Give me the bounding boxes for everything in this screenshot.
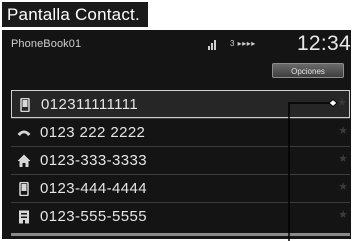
signal-icon [208,40,216,50]
list-item[interactable]: 0123-555-5555 ★ [11,202,350,230]
phone-number: 012311111111 [41,96,139,113]
star-icon: ★ [338,125,348,137]
star-icon: ★ [338,209,348,221]
phone-number: 0123-555-5555 [40,208,147,225]
phone-screen: PhoneBook01 3 ▸▸▸▸ 12:34 Opciones 012311… [2,30,351,239]
clock: 12:34 [296,32,351,55]
star-icon: ★ [337,97,347,109]
list-item[interactable]: 0123-444-4444 ★ [11,174,350,202]
star-icon: ★ [338,181,348,193]
status-indicators: 3 ▸▸▸▸ [230,39,256,48]
mobile-phone-icon [20,98,30,112]
figure-frame: Pantalla Contact. PhoneBook01 3 ▸▸▸▸ 12:… [0,0,353,241]
number-list: 012311111111 ★ 0123 222 2222 ★ 0123-333-… [11,90,350,230]
mobile-phone-icon [19,182,29,196]
star-icon: ★ [338,153,348,165]
caption-label: Pantalla Contact. [2,2,148,27]
list-item[interactable]: 012311111111 ★ [11,90,350,118]
phone-number: 0123 222 2222 [40,124,146,141]
landline-phone-icon [17,130,31,136]
phone-number: 0123-444-4444 [40,180,147,197]
list-item[interactable]: 0123 222 2222 ★ [11,118,350,146]
list-item[interactable]: 0123-333-3333 ★ [11,146,350,174]
phonebook-title: PhoneBook01 [11,38,82,50]
list-bottom-divider [11,233,350,236]
status-bar: PhoneBook01 3 ▸▸▸▸ 12:34 [2,30,351,60]
work-building-icon [19,210,29,224]
options-button[interactable]: Opciones [272,63,344,78]
phone-number: 0123-333-3333 [40,152,147,169]
home-icon [17,154,31,167]
